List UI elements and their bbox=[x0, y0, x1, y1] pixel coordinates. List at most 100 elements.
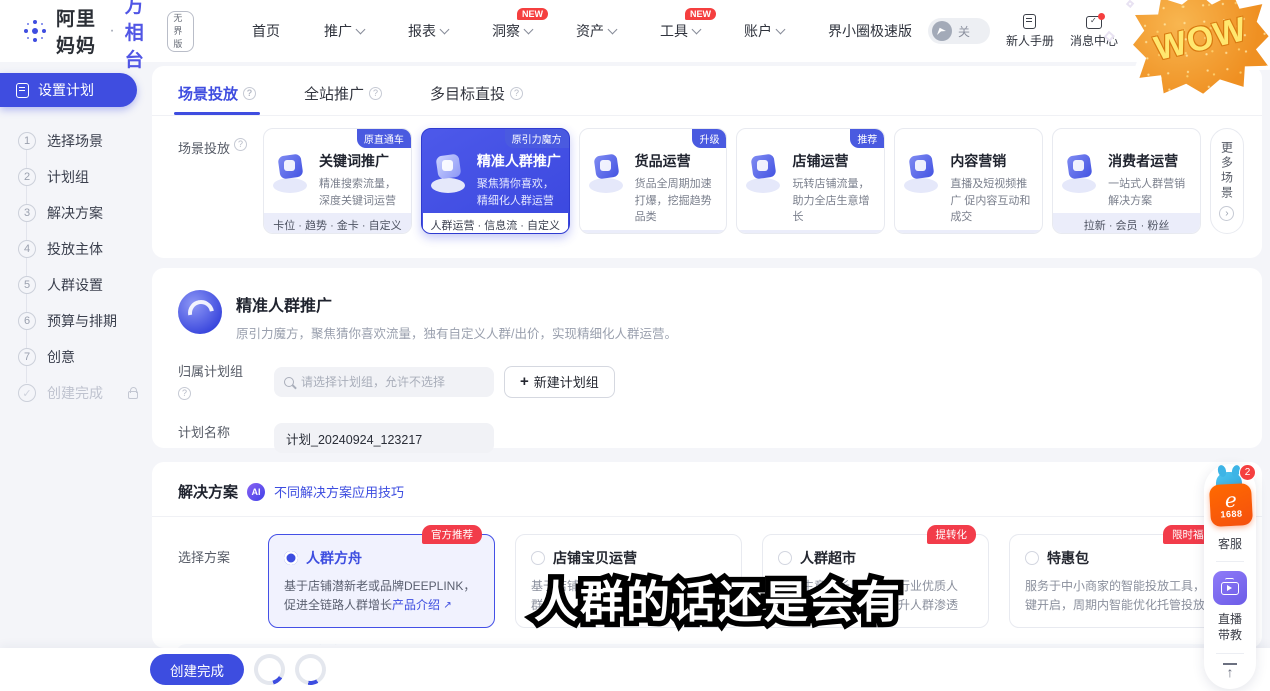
solution-option-shop-item[interactable]: 店铺宝贝运营 基于店铺宝贝特征，精准匹配兴趣人群 bbox=[515, 534, 742, 628]
help-icon[interactable] bbox=[369, 87, 382, 100]
chevron-down-icon bbox=[356, 24, 366, 34]
scene-card-audience[interactable]: 原引力魔方 精准人群推广 聚焦猜你喜欢，精细化人群运营 人群运营 · 信息流 ·… bbox=[421, 128, 570, 234]
scene-row-label: 场景投放 bbox=[178, 138, 254, 234]
nav-promotion[interactable]: 推广 bbox=[324, 21, 364, 41]
product-intro-link[interactable]: 产品介绍 bbox=[392, 598, 440, 612]
scene-card-shop[interactable]: 推荐 店铺运营 玩转店铺流量，助力全店生意增长 智能高效促成交 bbox=[736, 128, 885, 234]
sidebar-item-finish: ✓ 创建完成 bbox=[0, 375, 150, 411]
scene-card-keyword[interactable]: 原直通车 关键词推广 精准搜索流量，深度关键词运营 卡位 · 趋势 · 金卡 ·… bbox=[263, 128, 412, 234]
chevron-right-icon bbox=[1219, 206, 1234, 221]
scene-card-goods[interactable]: 升级 货品运营 货品全周期加速打爆，挖掘趋势品类 测款 · 新品 · 货品加速 bbox=[579, 128, 728, 234]
toggle-state-label: 关 bbox=[958, 23, 970, 40]
nav-tools[interactable]: 工具NEW bbox=[660, 21, 700, 41]
step-label: 投放主体 bbox=[47, 239, 103, 259]
scene-card-consumer[interactable]: 消费者运营 一站式人群营销解决方案 拉新 · 会员 · 粉丝 bbox=[1052, 128, 1201, 234]
help-icon[interactable] bbox=[243, 87, 256, 100]
unread-count-badge: 2 bbox=[1239, 464, 1256, 481]
live-teaching-entry[interactable] bbox=[1213, 571, 1247, 605]
section-desc: 原引力魔方，聚焦猜你喜欢流量，独有自定义人群/出价，实现精细化人群运营。 bbox=[236, 323, 677, 342]
message-center-link[interactable]: 消息中心 bbox=[1070, 14, 1118, 49]
plan-group-select[interactable]: 请选择计划组，允许不选择 bbox=[274, 367, 494, 397]
solution-option-special-pack[interactable]: 限时福利 特惠包 服务于中小商家的智能投放工具，一键开启，周期内智能优化托管投放 bbox=[1009, 534, 1236, 628]
solution-tips-link[interactable]: 不同解决方案应用技巧 bbox=[274, 482, 404, 501]
help-icon[interactable] bbox=[510, 87, 523, 100]
up-arrow-icon: ↑ bbox=[1227, 665, 1234, 679]
sidebar-item-setup-plan[interactable]: 设置计划 bbox=[0, 73, 137, 107]
step-label: 创意 bbox=[47, 347, 75, 367]
nav-insight[interactable]: 洞察NEW bbox=[492, 21, 532, 41]
external-link-icon bbox=[443, 598, 451, 614]
nav-assets[interactable]: 资产 bbox=[576, 21, 616, 41]
sidebar-item-budget[interactable]: 6预算与排期 bbox=[0, 303, 150, 339]
sidebar-item-creative[interactable]: 7创意 bbox=[0, 339, 150, 375]
sidebar-item-scene[interactable]: 1选择场景 bbox=[0, 123, 150, 159]
new-badge: NEW bbox=[685, 8, 716, 20]
sidebar-item-solution[interactable]: 3解决方案 bbox=[0, 195, 150, 231]
radio-checked-icon[interactable] bbox=[284, 551, 298, 565]
notification-dot bbox=[1098, 13, 1105, 20]
radio-icon[interactable] bbox=[1025, 551, 1039, 565]
solution-option-audience-market[interactable]: 提转化 人群超市 基于生意增长目标挖掘行业优质人群，扩大人群拿量，提升人群渗透 bbox=[762, 534, 989, 628]
radio-icon[interactable] bbox=[531, 551, 545, 565]
floating-helper-panel: 2 e 1688 客服 直播带教 ↑ bbox=[1204, 464, 1256, 689]
card-illustration bbox=[745, 153, 785, 193]
plan-name-input[interactable]: 计划_20240924_123217 bbox=[274, 423, 494, 453]
speed-mode-toggle[interactable]: 关 bbox=[928, 18, 990, 44]
tab-multi-target[interactable]: 多目标直投 bbox=[430, 83, 523, 115]
nav-jiexiaoquan[interactable]: 界小圈 bbox=[828, 21, 870, 41]
create-complete-button[interactable]: 创建完成 bbox=[150, 654, 244, 685]
card-title: 消费者运营 bbox=[1108, 151, 1192, 171]
card-illustration bbox=[1061, 153, 1101, 193]
card-footer: 测款 · 新品 · 货品加速 bbox=[580, 230, 727, 235]
handbook-link[interactable]: 新人手册 bbox=[1006, 14, 1054, 49]
wizard-steps: 1选择场景 2计划组 3解决方案 4投放主体 5人群设置 6预算与排期 7创意 … bbox=[0, 123, 150, 411]
logo-e-glyph: e bbox=[1224, 491, 1237, 510]
plus-icon: + bbox=[520, 373, 529, 390]
tab-sitewide[interactable]: 全站推广 bbox=[304, 83, 382, 115]
brand-logo[interactable]: 阿里妈妈 · 万相台 无界版 bbox=[22, 0, 194, 72]
solution-option-audience-ark[interactable]: 官方推荐 人群方舟 基于店铺潜新老或品牌DEEPLINK，促进全链路人群增长产品… bbox=[268, 534, 495, 628]
card-footer: 智能高效促成交 bbox=[737, 230, 884, 235]
sidebar-item-plan-group[interactable]: 2计划组 bbox=[0, 159, 150, 195]
card-badge: 升级 bbox=[692, 129, 726, 148]
plan-name-label: 计划名称 bbox=[178, 423, 252, 453]
divider bbox=[1216, 653, 1244, 654]
lock-icon bbox=[128, 391, 138, 399]
scene-panel: 场景投放 全站推广 多目标直投 场景投放 原直通车 关键词推广 精准搜索流量，深… bbox=[152, 66, 1262, 258]
chevron-down-icon bbox=[776, 24, 786, 34]
nav-account[interactable]: 账户 bbox=[744, 21, 784, 41]
nav-reports[interactable]: 报表 bbox=[408, 21, 448, 41]
document-icon bbox=[1023, 14, 1036, 29]
help-icon[interactable] bbox=[178, 387, 191, 400]
card-title: 内容营销 bbox=[950, 151, 1034, 171]
progress-ring-1[interactable] bbox=[248, 648, 291, 691]
customer-service-entry[interactable]: 2 e 1688 bbox=[1208, 472, 1252, 530]
main-nav: 首页 推广 报表 洞察NEW 资产 工具NEW 账户 界小圈 bbox=[252, 21, 870, 41]
new-plan-group-button[interactable]: + 新建计划组 bbox=[504, 366, 615, 398]
help-icon[interactable] bbox=[234, 138, 247, 151]
nav-home[interactable]: 首页 bbox=[252, 21, 280, 41]
card-title: 货品运营 bbox=[635, 151, 719, 171]
handbook-label: 新人手册 bbox=[1006, 32, 1054, 49]
step-number: 4 bbox=[18, 240, 36, 258]
step-number: 3 bbox=[18, 204, 36, 222]
more-scenes-button[interactable]: 更多场景 bbox=[1210, 128, 1244, 234]
card-illustration bbox=[272, 153, 312, 193]
step-label: 创建完成 bbox=[47, 383, 103, 403]
logo-1688-icon: e 1688 bbox=[1209, 483, 1253, 527]
card-badge: 原引力魔方 bbox=[505, 129, 569, 148]
scene-card-content[interactable]: 内容营销 直播及短视频推广 促内容互动和成交 直播 · 短视频 · 短直联投 bbox=[894, 128, 1043, 234]
service-label: 客服 bbox=[1218, 536, 1242, 552]
sidebar-item-audience[interactable]: 5人群设置 bbox=[0, 267, 150, 303]
card-desc: 货品全周期加速打爆，挖掘趋势品类 bbox=[635, 176, 719, 226]
solution-panel: 解决方案 AI 不同解决方案应用技巧 选择方案 官方推荐 人群方舟 基于店铺潜新… bbox=[152, 462, 1262, 648]
radio-icon[interactable] bbox=[778, 551, 792, 565]
brand-name: 阿里妈妈 bbox=[56, 4, 99, 58]
tab-scene-delivery[interactable]: 场景投放 bbox=[178, 83, 256, 115]
back-to-top-button[interactable]: ↑ bbox=[1223, 663, 1237, 681]
plan-name-value: 计划_20240924_123217 bbox=[286, 429, 422, 448]
search-icon bbox=[284, 377, 294, 387]
progress-ring-2[interactable] bbox=[289, 648, 331, 690]
sidebar-item-target[interactable]: 4 投放主体 bbox=[0, 231, 150, 267]
logo-1688-text: 1688 bbox=[1220, 508, 1243, 519]
